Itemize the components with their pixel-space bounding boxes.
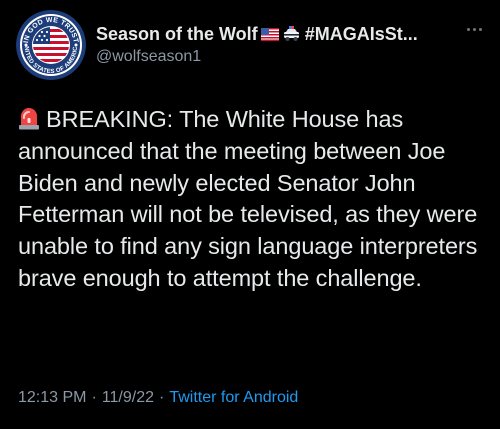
more-dot [466, 27, 470, 31]
police-car-emoji-icon [283, 26, 299, 41]
avatar-seal-icon: IN GOD WE TRUST UNITED STATES OF AMERICA [16, 10, 86, 80]
author-handle[interactable]: @wolfseason1 [96, 48, 456, 66]
author-names: Season of the Wolf #MAGAIsSt... @wolfsea… [96, 22, 456, 66]
display-name-row[interactable]: Season of the Wolf #MAGAIsSt... [96, 22, 456, 46]
tweet-date[interactable]: 11/9/22 [102, 389, 154, 406]
tweet-header: IN GOD WE TRUST UNITED STATES OF AMERICA… [16, 10, 486, 80]
tweet-source-link[interactable]: Twitter for Android [169, 389, 298, 406]
police-siren-emoji-icon [19, 108, 39, 130]
meta-separator: · [91, 389, 97, 406]
tweet-time[interactable]: 12:13 PM [18, 389, 86, 406]
more-options-icon[interactable] [462, 24, 486, 34]
display-name[interactable]: Season of the Wolf [96, 24, 258, 45]
display-name-hashtag[interactable]: #MAGAIsSt... [305, 24, 418, 45]
tweet-text: BREAKING: The White House has announced … [18, 106, 478, 291]
tweet-body: BREAKING: The White House has announced … [18, 104, 488, 295]
us-flag-emoji-icon [260, 27, 279, 41]
tweet-meta: 12:13 PM · 11/9/22 · Twitter for Android [18, 389, 298, 407]
avatar[interactable]: IN GOD WE TRUST UNITED STATES OF AMERICA [16, 10, 86, 80]
more-dot [472, 27, 476, 31]
more-dot [478, 27, 482, 31]
meta-separator: · [159, 389, 165, 406]
tweet-card: IN GOD WE TRUST UNITED STATES OF AMERICA… [0, 0, 500, 429]
